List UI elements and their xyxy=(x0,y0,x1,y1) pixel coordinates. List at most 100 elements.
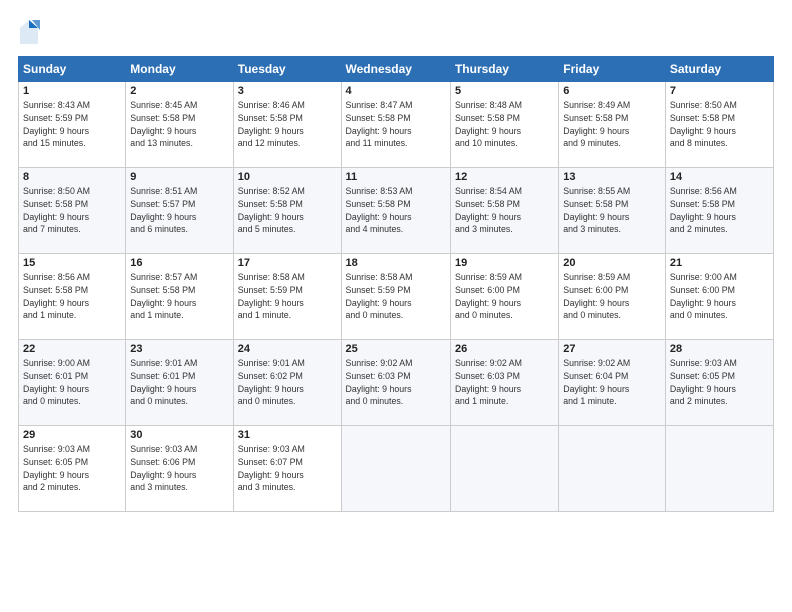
day-number: 26 xyxy=(455,343,554,355)
header xyxy=(18,18,774,46)
calendar-cell xyxy=(450,426,558,512)
calendar-cell: 26 Sunrise: 9:02 AM Sunset: 6:03 PM Dayli… xyxy=(450,340,558,426)
day-number: 6 xyxy=(563,85,661,97)
weekday-header-saturday: Saturday xyxy=(665,57,773,82)
calendar-cell: 4 Sunrise: 8:47 AM Sunset: 5:58 PM Daylig… xyxy=(341,82,450,168)
calendar-cell: 21Sunrise: 9:00 AM Sunset: 6:00 PM Dayli… xyxy=(665,254,773,340)
day-info: Sunrise: 8:50 AM Sunset: 5:58 PM Dayligh… xyxy=(23,185,121,236)
day-info: Sunrise: 8:56 AM Sunset: 5:58 PM Dayligh… xyxy=(23,271,121,322)
weekday-header-tuesday: Tuesday xyxy=(233,57,341,82)
calendar-cell: 14 Sunrise: 8:56 AM Sunset: 5:58 PM Dayli… xyxy=(665,168,773,254)
day-info: Sunrise: 8:43 AM Sunset: 5:59 PM Dayligh… xyxy=(23,99,121,150)
day-info: Sunrise: 9:02 AM Sunset: 6:03 PM Dayligh… xyxy=(455,357,554,408)
day-info: Sunrise: 8:47 AM Sunset: 5:58 PM Dayligh… xyxy=(346,99,446,150)
calendar-cell: 19Sunrise: 8:59 AM Sunset: 6:00 PM Dayli… xyxy=(450,254,558,340)
day-number: 5 xyxy=(455,85,554,97)
day-info: Sunrise: 8:56 AM Sunset: 5:58 PM Dayligh… xyxy=(670,185,769,236)
calendar-cell: 20Sunrise: 8:59 AM Sunset: 6:00 PM Dayli… xyxy=(559,254,666,340)
day-number: 25 xyxy=(346,343,446,355)
day-number: 7 xyxy=(670,85,769,97)
day-number: 16 xyxy=(130,257,228,269)
calendar-cell: 17 Sunrise: 8:58 AM Sunset: 5:59 PM Dayli… xyxy=(233,254,341,340)
calendar-cell: 13 Sunrise: 8:55 AM Sunset: 5:58 PM Dayli… xyxy=(559,168,666,254)
logo xyxy=(18,18,44,46)
calendar-cell: 29Sunrise: 9:03 AM Sunset: 6:05 PM Dayli… xyxy=(19,426,126,512)
calendar-cell: 2 Sunrise: 8:45 AM Sunset: 5:58 PM Daylig… xyxy=(126,82,233,168)
calendar-cell: 3Sunrise: 8:46 AM Sunset: 5:58 PM Daylig… xyxy=(233,82,341,168)
calendar-cell: 9 Sunrise: 8:51 AM Sunset: 5:57 PM Daylig… xyxy=(126,168,233,254)
day-number: 9 xyxy=(130,171,228,183)
day-number: 11 xyxy=(346,171,446,183)
day-number: 22 xyxy=(23,343,121,355)
day-info: Sunrise: 9:03 AM Sunset: 6:07 PM Dayligh… xyxy=(238,443,337,494)
calendar-week-2: 8 Sunrise: 8:50 AM Sunset: 5:58 PM Daylig… xyxy=(19,168,774,254)
calendar-cell: 7 Sunrise: 8:50 AM Sunset: 5:58 PM Daylig… xyxy=(665,82,773,168)
day-info: Sunrise: 8:58 AM Sunset: 5:59 PM Dayligh… xyxy=(238,271,337,322)
calendar-cell: 6 Sunrise: 8:49 AM Sunset: 5:58 PM Daylig… xyxy=(559,82,666,168)
calendar-cell: 12 Sunrise: 8:54 AM Sunset: 5:58 PM Dayli… xyxy=(450,168,558,254)
weekday-header-sunday: Sunday xyxy=(19,57,126,82)
day-info: Sunrise: 8:45 AM Sunset: 5:58 PM Dayligh… xyxy=(130,99,228,150)
day-number: 18 xyxy=(346,257,446,269)
day-info: Sunrise: 9:03 AM Sunset: 6:06 PM Dayligh… xyxy=(130,443,228,494)
day-info: Sunrise: 9:03 AM Sunset: 6:05 PM Dayligh… xyxy=(670,357,769,408)
day-number: 12 xyxy=(455,171,554,183)
day-number: 30 xyxy=(130,429,228,441)
day-info: Sunrise: 9:01 AM Sunset: 6:01 PM Dayligh… xyxy=(130,357,228,408)
day-info: Sunrise: 8:46 AM Sunset: 5:58 PM Dayligh… xyxy=(238,99,337,150)
day-number: 20 xyxy=(563,257,661,269)
day-info: Sunrise: 8:53 AM Sunset: 5:58 PM Dayligh… xyxy=(346,185,446,236)
day-number: 27 xyxy=(563,343,661,355)
weekday-header-thursday: Thursday xyxy=(450,57,558,82)
calendar-cell: 1Sunrise: 8:43 AM Sunset: 5:59 PM Daylig… xyxy=(19,82,126,168)
day-info: Sunrise: 8:55 AM Sunset: 5:58 PM Dayligh… xyxy=(563,185,661,236)
calendar-cell: 5 Sunrise: 8:48 AM Sunset: 5:58 PM Daylig… xyxy=(450,82,558,168)
weekday-header-monday: Monday xyxy=(126,57,233,82)
calendar-cell: 28Sunrise: 9:03 AM Sunset: 6:05 PM Dayli… xyxy=(665,340,773,426)
day-info: Sunrise: 9:00 AM Sunset: 6:01 PM Dayligh… xyxy=(23,357,121,408)
logo-icon xyxy=(18,18,40,46)
day-info: Sunrise: 8:48 AM Sunset: 5:58 PM Dayligh… xyxy=(455,99,554,150)
day-info: Sunrise: 8:57 AM Sunset: 5:58 PM Dayligh… xyxy=(130,271,228,322)
day-info: Sunrise: 8:58 AM Sunset: 5:59 PM Dayligh… xyxy=(346,271,446,322)
calendar-cell: 11 Sunrise: 8:53 AM Sunset: 5:58 PM Dayli… xyxy=(341,168,450,254)
calendar-cell: 31 Sunrise: 9:03 AM Sunset: 6:07 PM Dayli… xyxy=(233,426,341,512)
calendar-cell: 25 Sunrise: 9:02 AM Sunset: 6:03 PM Dayli… xyxy=(341,340,450,426)
calendar-week-4: 22 Sunrise: 9:00 AM Sunset: 6:01 PM Dayli… xyxy=(19,340,774,426)
weekday-header-friday: Friday xyxy=(559,57,666,82)
day-number: 8 xyxy=(23,171,121,183)
day-info: Sunrise: 9:02 AM Sunset: 6:03 PM Dayligh… xyxy=(346,357,446,408)
day-info: Sunrise: 8:50 AM Sunset: 5:58 PM Dayligh… xyxy=(670,99,769,150)
day-info: Sunrise: 9:01 AM Sunset: 6:02 PM Dayligh… xyxy=(238,357,337,408)
day-info: Sunrise: 8:51 AM Sunset: 5:57 PM Dayligh… xyxy=(130,185,228,236)
day-number: 10 xyxy=(238,171,337,183)
day-info: Sunrise: 9:00 AM Sunset: 6:00 PM Dayligh… xyxy=(670,271,769,322)
day-info: Sunrise: 9:02 AM Sunset: 6:04 PM Dayligh… xyxy=(563,357,661,408)
day-number: 4 xyxy=(346,85,446,97)
calendar-cell: 24 Sunrise: 9:01 AM Sunset: 6:02 PM Dayli… xyxy=(233,340,341,426)
calendar-cell xyxy=(341,426,450,512)
day-number: 17 xyxy=(238,257,337,269)
day-number: 15 xyxy=(23,257,121,269)
day-number: 2 xyxy=(130,85,228,97)
calendar-cell: 10 Sunrise: 8:52 AM Sunset: 5:58 PM Dayli… xyxy=(233,168,341,254)
weekday-header-row: SundayMondayTuesdayWednesdayThursdayFrid… xyxy=(19,57,774,82)
day-info: Sunrise: 8:52 AM Sunset: 5:58 PM Dayligh… xyxy=(238,185,337,236)
day-number: 19 xyxy=(455,257,554,269)
day-number: 24 xyxy=(238,343,337,355)
day-info: Sunrise: 8:54 AM Sunset: 5:58 PM Dayligh… xyxy=(455,185,554,236)
calendar-cell: 18 Sunrise: 8:58 AM Sunset: 5:59 PM Dayli… xyxy=(341,254,450,340)
day-number: 14 xyxy=(670,171,769,183)
day-info: Sunrise: 8:49 AM Sunset: 5:58 PM Dayligh… xyxy=(563,99,661,150)
calendar-week-5: 29Sunrise: 9:03 AM Sunset: 6:05 PM Dayli… xyxy=(19,426,774,512)
calendar-cell: 22 Sunrise: 9:00 AM Sunset: 6:01 PM Dayli… xyxy=(19,340,126,426)
day-number: 23 xyxy=(130,343,228,355)
day-number: 31 xyxy=(238,429,337,441)
page: SundayMondayTuesdayWednesdayThursdayFrid… xyxy=(0,0,792,612)
calendar-cell: 30 Sunrise: 9:03 AM Sunset: 6:06 PM Dayli… xyxy=(126,426,233,512)
calendar-cell: 27 Sunrise: 9:02 AM Sunset: 6:04 PM Dayli… xyxy=(559,340,666,426)
day-number: 13 xyxy=(563,171,661,183)
calendar-cell: 23 Sunrise: 9:01 AM Sunset: 6:01 PM Dayli… xyxy=(126,340,233,426)
calendar-week-1: 1Sunrise: 8:43 AM Sunset: 5:59 PM Daylig… xyxy=(19,82,774,168)
calendar-cell: 8 Sunrise: 8:50 AM Sunset: 5:58 PM Daylig… xyxy=(19,168,126,254)
